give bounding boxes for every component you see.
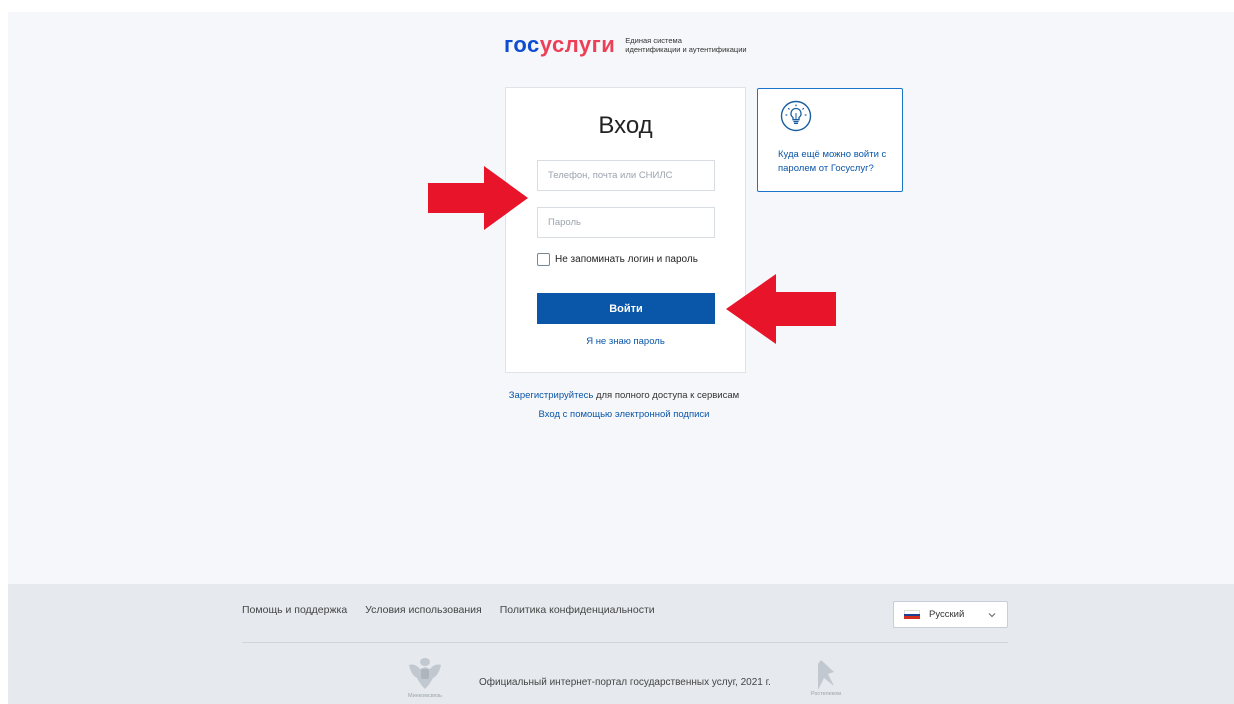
red-arrow-right-icon	[428, 166, 528, 230]
red-arrow-left-icon	[726, 274, 836, 344]
language-label: Русский	[929, 609, 965, 620]
logo-subtitle: Единая система идентификации и аутентифи…	[625, 36, 746, 54]
minsvyaz-emblem[interactable]: Минкомсвязь	[406, 655, 444, 699]
lightbulb-icon	[780, 100, 812, 132]
logo-part-gos: гос	[504, 32, 540, 57]
footer-links: Помощь и поддержка Условия использования…	[242, 604, 655, 616]
russian-flag-icon	[904, 610, 920, 620]
rostelecom-caption: Ростелеком	[810, 691, 842, 697]
tip-card[interactable]: Куда ещё можно войти с паролем от Госусл…	[757, 88, 903, 192]
footer-terms-link[interactable]: Условия использования	[365, 604, 482, 616]
remember-checkbox-row[interactable]: Не запоминать логин и пароль	[537, 253, 698, 266]
login-input[interactable]	[537, 160, 715, 191]
register-rest-text: для полного доступа к сервисам	[593, 390, 740, 401]
rostelecom-icon	[818, 660, 834, 690]
remember-label: Не запоминать логин и пароль	[555, 254, 698, 265]
official-portal-text: Официальный интернет-портал государствен…	[479, 677, 771, 688]
logo-subtitle-line2: идентификации и аутентификации	[625, 45, 747, 54]
password-input[interactable]	[537, 207, 715, 238]
login-card: Вход Не запоминать логин и пароль Войти …	[505, 87, 746, 373]
footer-privacy-link[interactable]: Политика конфиденциальности	[500, 604, 655, 616]
login-title: Вход	[598, 112, 653, 139]
chevron-down-icon	[988, 612, 996, 617]
tip-text[interactable]: Куда ещё можно войти с паролем от Госусл…	[778, 148, 898, 176]
gosuslugi-logo[interactable]: гос услуги Единая система идентификации и…	[504, 30, 747, 60]
esign-login-link[interactable]: Вход с помощью электронной подписи	[0, 409, 1234, 420]
logo-part-uslugi: услуги	[539, 32, 616, 57]
footer-help-link[interactable]: Помощь и поддержка	[242, 604, 347, 616]
register-line: Зарегистрируйтесь для полного доступа к …	[0, 390, 1234, 401]
coat-of-arms-icon	[409, 658, 441, 689]
logo-subtitle-line1: Единая система	[625, 36, 682, 45]
remember-checkbox[interactable]	[537, 253, 550, 266]
language-select[interactable]: Русский	[893, 601, 1008, 628]
forgot-password-link[interactable]: Я не знаю пароль	[506, 336, 745, 347]
rostelecom-logo[interactable]: Ростелеком	[803, 660, 849, 704]
emblem-caption: Минкомсвязь	[408, 693, 442, 699]
login-button[interactable]: Войти	[537, 293, 715, 324]
register-link[interactable]: Зарегистрируйтесь	[509, 390, 594, 401]
page: гос услуги Единая система идентификации и…	[0, 0, 1234, 704]
footer-divider	[242, 642, 1008, 643]
